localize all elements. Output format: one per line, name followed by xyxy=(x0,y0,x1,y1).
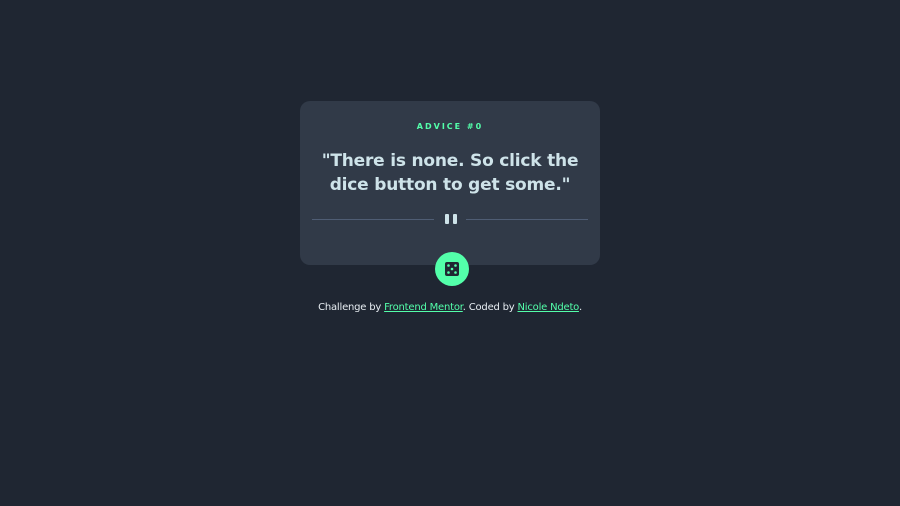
advice-number-label: ADVICE #0 xyxy=(416,122,484,131)
attribution-middle: . Coded by xyxy=(462,302,518,313)
attribution-suffix: . xyxy=(578,302,582,313)
author-link[interactable]: Nicole Ndeto xyxy=(518,302,580,313)
divider-line-right xyxy=(466,219,588,220)
frontend-mentor-link[interactable]: Frontend Mentor xyxy=(384,302,463,313)
pattern-divider xyxy=(312,212,588,228)
pause-icon xyxy=(445,214,457,224)
attribution: Challenge by Frontend Mentor. Coded by N… xyxy=(0,302,900,313)
attribution-prefix: Challenge by xyxy=(318,302,385,313)
dice-icon xyxy=(445,262,459,276)
divider-line-left xyxy=(312,219,434,220)
dice-button[interactable] xyxy=(435,252,469,286)
advice-quote: "There is none. So click the dice button… xyxy=(321,151,579,195)
advice-card: ADVICE #0 "There is none. So click the d… xyxy=(300,101,600,265)
